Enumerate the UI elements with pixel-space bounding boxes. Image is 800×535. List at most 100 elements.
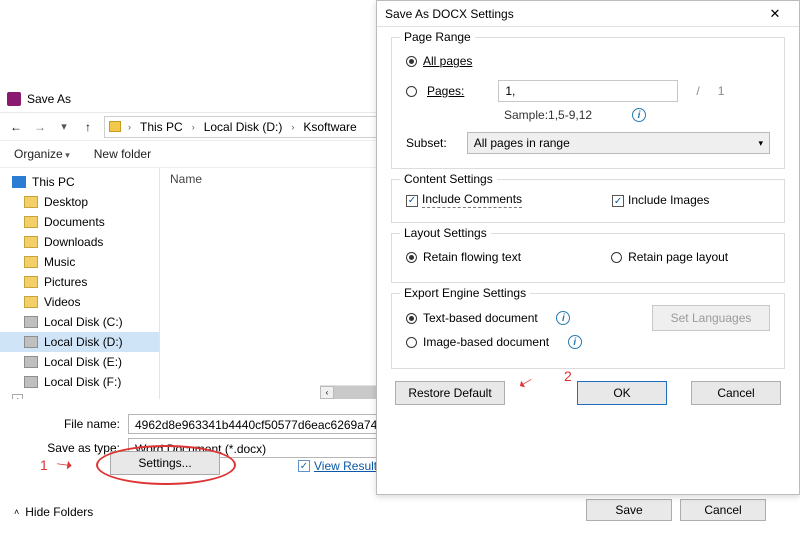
include-images-checkbox[interactable]: ✓ Include Images (612, 193, 709, 208)
restore-default-button[interactable]: Restore Default (395, 381, 505, 405)
annotation-arrow-icon: ➝ (54, 451, 74, 478)
pc-icon (12, 176, 26, 188)
view-result-label: View Result (314, 459, 377, 473)
drive-icon (24, 336, 38, 348)
info-icon[interactable]: i (632, 108, 646, 122)
drive-icon (24, 356, 38, 368)
radio-checked-icon (406, 252, 417, 263)
radio-label: Image-based document (423, 335, 549, 349)
tree-root-this-pc[interactable]: This PC (0, 172, 159, 192)
chevron-right-icon: › (125, 122, 134, 132)
folder-icon (24, 296, 38, 308)
subset-label: Subset: (406, 136, 447, 150)
hide-folders-label: Hide Folders (25, 505, 93, 519)
retain-flowing-text-radio[interactable]: Retain flowing text (406, 246, 521, 268)
image-based-radio[interactable]: Image-based document i (406, 331, 582, 353)
chevron-up-icon: ˄ (14, 507, 19, 517)
app-icon (7, 92, 21, 106)
new-folder-button[interactable]: New folder (94, 147, 151, 161)
tree-item-selected[interactable]: Local Disk (D:) (0, 332, 159, 352)
tree-label: Pictures (44, 275, 87, 289)
set-languages-button: Set Languages (652, 305, 770, 331)
ok-button[interactable]: OK (577, 381, 667, 405)
tree-item[interactable]: Desktop (0, 192, 159, 212)
pages-radio-row: Pages: 1, / 1 (406, 80, 770, 102)
info-icon[interactable]: i (568, 335, 582, 349)
chevron-down-icon: ▾ (758, 138, 763, 149)
include-comments-label: Include Comments (422, 192, 522, 208)
subset-row: Subset: All pages in range ▾ (406, 132, 770, 154)
cancel-button[interactable]: Cancel (680, 499, 766, 521)
tree-item[interactable]: Local Disk (C:) (0, 312, 159, 332)
radio-label: Retain flowing text (423, 250, 521, 264)
breadcrumb-item[interactable]: Ksoftware (299, 120, 360, 134)
info-icon[interactable]: i (556, 311, 570, 325)
group-title: Layout Settings (400, 226, 491, 240)
radio-checked-icon (406, 313, 417, 324)
settings-button[interactable]: Settings... (110, 451, 220, 475)
tree-item[interactable]: Local Disk (F:) (0, 372, 159, 392)
tree-label: Local Disk (E:) (44, 355, 122, 369)
breadcrumb-item[interactable]: Local Disk (D:) (200, 120, 287, 134)
breadcrumb-item[interactable]: This PC (136, 120, 187, 134)
subset-value: All pages in range (474, 136, 570, 150)
folder-icon (24, 276, 38, 288)
tree-item[interactable]: Downloads (0, 232, 159, 252)
text-based-radio[interactable]: Text-based document i (406, 307, 570, 329)
titlebar: Save As DOCX Settings ✕ (377, 1, 799, 27)
checkbox-checked-icon: ✓ (298, 460, 310, 472)
tree-label: Local Disk (D:) (44, 335, 123, 349)
organize-menu[interactable]: Organize (14, 147, 70, 161)
page-range-group: Page Range All pages Pages: 1, / 1 Sampl… (391, 37, 785, 169)
window-title: Save As (27, 92, 71, 106)
group-title: Export Engine Settings (400, 286, 530, 300)
radio-unchecked-icon[interactable] (406, 86, 417, 97)
folder-icon (24, 236, 38, 248)
pages-input[interactable]: 1, (498, 80, 678, 102)
dialog-title: Save As DOCX Settings (385, 7, 514, 21)
annotation-number-2: 2 (564, 368, 572, 384)
checkbox-checked-icon: ✓ (406, 195, 418, 207)
tree-item[interactable]: Pictures (0, 272, 159, 292)
tree-label: Downloads (44, 235, 103, 249)
scroll-left-icon[interactable]: ‹ (12, 394, 23, 399)
nav-up-icon[interactable]: ↑ (80, 120, 96, 134)
pages-label: Pages: (427, 84, 464, 98)
all-pages-label: All pages (423, 54, 472, 68)
retain-page-layout-radio[interactable]: Retain page layout (611, 246, 728, 268)
radio-label: Retain page layout (628, 250, 728, 264)
hide-folders-toggle[interactable]: ˄ Hide Folders (14, 505, 93, 519)
folder-icon (24, 196, 38, 208)
folder-tree[interactable]: This PC Desktop Documents Downloads Musi… (0, 168, 160, 399)
column-header-name[interactable]: Name (170, 172, 202, 186)
tree-label: Videos (44, 295, 80, 309)
chevron-right-icon: › (288, 122, 297, 132)
tree-item[interactable]: Videos (0, 292, 159, 312)
chevron-down-small-icon[interactable]: ▾ (56, 120, 72, 133)
radio-checked-icon (406, 56, 417, 67)
docx-settings-dialog: Save As DOCX Settings ✕ Page Range All p… (376, 0, 800, 495)
folder-icon (109, 121, 121, 132)
include-images-label: Include Images (628, 193, 709, 207)
scroll-left-icon[interactable]: ‹ (320, 386, 334, 399)
export-engine-group: Export Engine Settings Text-based docume… (391, 293, 785, 369)
tree-item[interactable]: Local Disk (E:) (0, 352, 159, 372)
close-icon[interactable]: ✕ (759, 3, 791, 25)
tree-item[interactable]: Documents (0, 212, 159, 232)
chevron-right-icon: › (189, 122, 198, 132)
group-title: Content Settings (400, 172, 497, 186)
checkbox-checked-icon: ✓ (612, 195, 624, 207)
view-result-checkbox[interactable]: ✓ View Result (298, 459, 377, 473)
tree-label: Documents (44, 215, 105, 229)
subset-dropdown[interactable]: All pages in range ▾ (467, 132, 770, 154)
tree-item[interactable]: Music (0, 252, 159, 272)
group-title: Page Range (400, 30, 475, 44)
include-comments-checkbox[interactable]: ✓ Include Comments (406, 192, 522, 208)
cancel-button[interactable]: Cancel (691, 381, 781, 405)
filename-label: File name: (16, 417, 128, 431)
all-pages-radio[interactable]: All pages (406, 50, 770, 72)
tree-label: Music (44, 255, 75, 269)
total-pages: 1 (718, 84, 725, 98)
nav-back-icon[interactable]: ← (8, 120, 24, 134)
save-button[interactable]: Save (586, 499, 672, 521)
